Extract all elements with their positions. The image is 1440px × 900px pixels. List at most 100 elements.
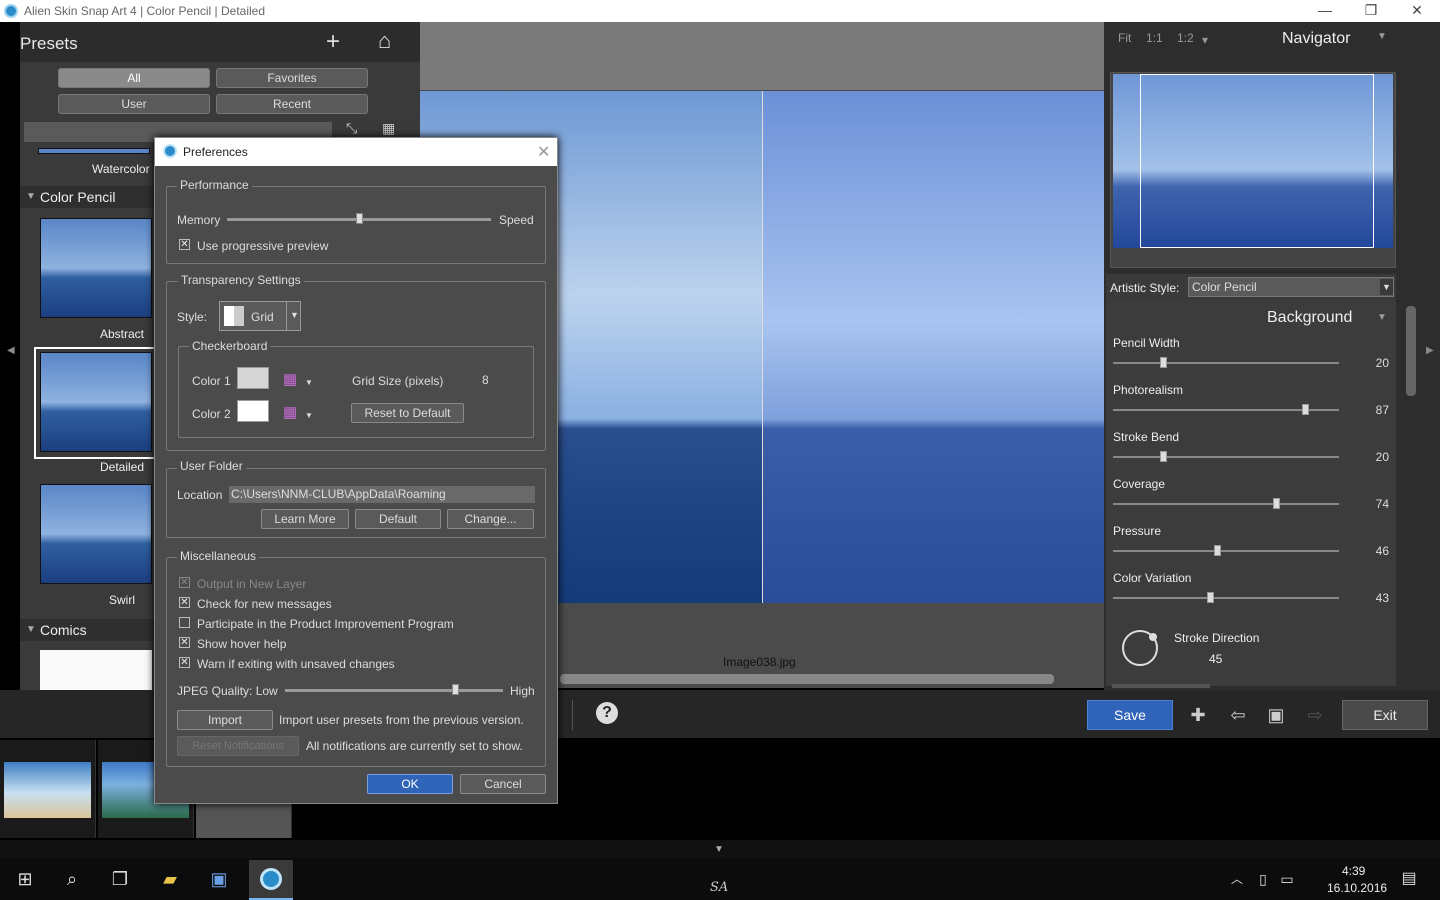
stroke-direction-dial[interactable]: [1122, 630, 1158, 666]
misc-checkbox[interactable]: [179, 617, 190, 628]
dialog-close-icon[interactable]: ✕: [537, 142, 550, 162]
misc-checkbox[interactable]: ✕: [179, 577, 190, 588]
search-icon[interactable]: ⌕: [59, 866, 85, 892]
notifications-icon[interactable]: ▤: [1396, 866, 1422, 892]
clock-time[interactable]: 4:39: [1342, 864, 1365, 878]
navigator-menu-icon[interactable]: ▼: [1377, 31, 1387, 42]
slider-thumb[interactable]: [1214, 545, 1221, 556]
film-thumb[interactable]: [0, 740, 96, 838]
dropdown-icon[interactable]: ▼: [305, 411, 313, 420]
grid-size-value[interactable]: 8: [482, 373, 489, 387]
color-picker-icon[interactable]: ▦: [283, 370, 297, 388]
slider-value: 46: [1375, 544, 1389, 558]
preset-label: Watercolor: [92, 162, 150, 176]
location-field[interactable]: C:\Users\NNM-CLUB\AppData\Roaming: [229, 486, 535, 503]
select-chevron-icon[interactable]: ▼: [1380, 279, 1393, 295]
zoom-1-2-button[interactable]: 1:2: [1177, 31, 1194, 45]
floppy-app-icon[interactable]: ▣: [206, 866, 232, 892]
filter-all-button[interactable]: All: [58, 68, 210, 88]
grid-view-icon[interactable]: ▦: [382, 120, 395, 137]
zoom-fit-button[interactable]: Fit: [1118, 31, 1131, 45]
cancel-button[interactable]: Cancel: [460, 774, 546, 794]
group-title: Transparency Settings: [178, 273, 304, 287]
navigator-viewport[interactable]: [1140, 74, 1374, 248]
slider-thumb[interactable]: [1160, 357, 1167, 368]
misc-checkbox[interactable]: ✕: [179, 637, 190, 648]
slider-thumb[interactable]: [1302, 404, 1309, 415]
minimize-button[interactable]: —: [1302, 0, 1348, 22]
color1-label: Color 1: [192, 374, 231, 388]
add-preset-icon[interactable]: +: [326, 28, 340, 56]
exit-button[interactable]: Exit: [1342, 700, 1428, 730]
layer-menu-icon[interactable]: ▼: [1377, 312, 1387, 323]
slider-label: Pencil Width: [1113, 336, 1180, 350]
slider-track[interactable]: [1113, 503, 1339, 505]
clock-date[interactable]: 16.10.2016: [1327, 881, 1387, 895]
artistic-style-label: Artistic Style:: [1110, 281, 1180, 295]
dropdown-icon[interactable]: ▼: [305, 378, 313, 387]
add-layer-icon[interactable]: ✚: [1187, 704, 1209, 726]
help-icon[interactable]: ?: [596, 702, 618, 724]
filter-recent-button[interactable]: Recent: [216, 94, 368, 114]
network-icon[interactable]: ▭: [1274, 866, 1300, 892]
zoom-1-1-button[interactable]: 1:1: [1146, 31, 1163, 45]
restore-button[interactable]: ❐: [1348, 0, 1394, 22]
snapart-taskbar-item[interactable]: [249, 860, 293, 900]
layout-grid-icon[interactable]: ▣: [1265, 704, 1287, 726]
expand-down-icon[interactable]: ▼: [714, 844, 724, 855]
slider-track[interactable]: [1113, 456, 1339, 458]
slider-thumb[interactable]: [1160, 451, 1167, 462]
color-picker-icon[interactable]: ▦: [283, 403, 297, 421]
filter-favorites-button[interactable]: Favorites: [216, 68, 368, 88]
right-arrow-icon[interactable]: ▶: [1426, 345, 1434, 356]
task-view-icon[interactable]: ❐: [107, 866, 133, 892]
horizontal-scrollbar[interactable]: [560, 674, 1054, 684]
memory-slider-thumb[interactable]: [356, 213, 363, 224]
artistic-style-select[interactable]: Color Pencil: [1188, 277, 1394, 297]
slider-track[interactable]: [1113, 597, 1339, 599]
ok-button[interactable]: OK: [367, 774, 453, 794]
zoom-dropdown-icon[interactable]: ▾: [1202, 33, 1208, 47]
watercolor-thumb[interactable]: [38, 148, 150, 154]
split-divider[interactable]: [762, 91, 763, 603]
learn-more-button[interactable]: Learn More: [261, 509, 349, 529]
import-button[interactable]: Import: [177, 710, 273, 730]
dial-handle[interactable]: [1149, 633, 1157, 641]
start-windows-icon[interactable]: ⊞: [12, 866, 38, 892]
settings-scrollbar[interactable]: [1406, 306, 1416, 396]
misc-checkbox[interactable]: ✕: [179, 597, 190, 608]
transparency-style-select[interactable]: Grid ▼: [219, 301, 301, 331]
save-button[interactable]: Save: [1087, 700, 1173, 730]
color1-swatch[interactable]: [237, 367, 269, 389]
default-button[interactable]: Default: [355, 509, 441, 529]
preset-thumb-abstract[interactable]: [40, 218, 152, 318]
tray-chevron-icon[interactable]: ︿: [1224, 866, 1250, 892]
snapart-icon: [260, 868, 282, 890]
redo-arrow-icon[interactable]: ⇨: [1304, 704, 1326, 726]
change-folder-button[interactable]: Change...: [447, 509, 534, 529]
filter-user-button[interactable]: User: [58, 94, 210, 114]
collapse-icon[interactable]: ⤡: [346, 120, 357, 137]
slider-value: 43: [1375, 591, 1389, 605]
slider-thumb[interactable]: [1207, 592, 1214, 603]
home-icon[interactable]: ⌂: [378, 28, 391, 54]
left-arrow-icon[interactable]: ◀: [7, 345, 15, 356]
slider-thumb[interactable]: [1273, 498, 1280, 509]
jpeg-slider-thumb[interactable]: [452, 684, 459, 695]
jpeg-slider-track[interactable]: [285, 689, 503, 692]
misc-checkbox[interactable]: ✕: [179, 657, 190, 668]
close-button[interactable]: ✕: [1394, 0, 1440, 22]
color2-swatch[interactable]: [237, 400, 269, 422]
progressive-preview-checkbox[interactable]: ✕: [179, 239, 190, 250]
slider-track[interactable]: [1113, 362, 1339, 364]
file-explorer-icon[interactable]: ▰: [157, 866, 183, 892]
preset-thumb-swirl[interactable]: [40, 484, 152, 584]
preset-thumb-detailed[interactable]: [40, 352, 152, 452]
reset-to-default-button[interactable]: Reset to Default: [351, 403, 464, 423]
slider-track[interactable]: [1113, 550, 1339, 552]
battery-icon[interactable]: ▯: [1250, 866, 1276, 892]
undo-arrow-icon[interactable]: ⇦: [1227, 704, 1249, 726]
panel-tab[interactable]: [1112, 684, 1210, 688]
reset-notifications-button[interactable]: Reset Notifications: [177, 736, 299, 756]
preset-thumb-comics[interactable]: [40, 650, 152, 690]
